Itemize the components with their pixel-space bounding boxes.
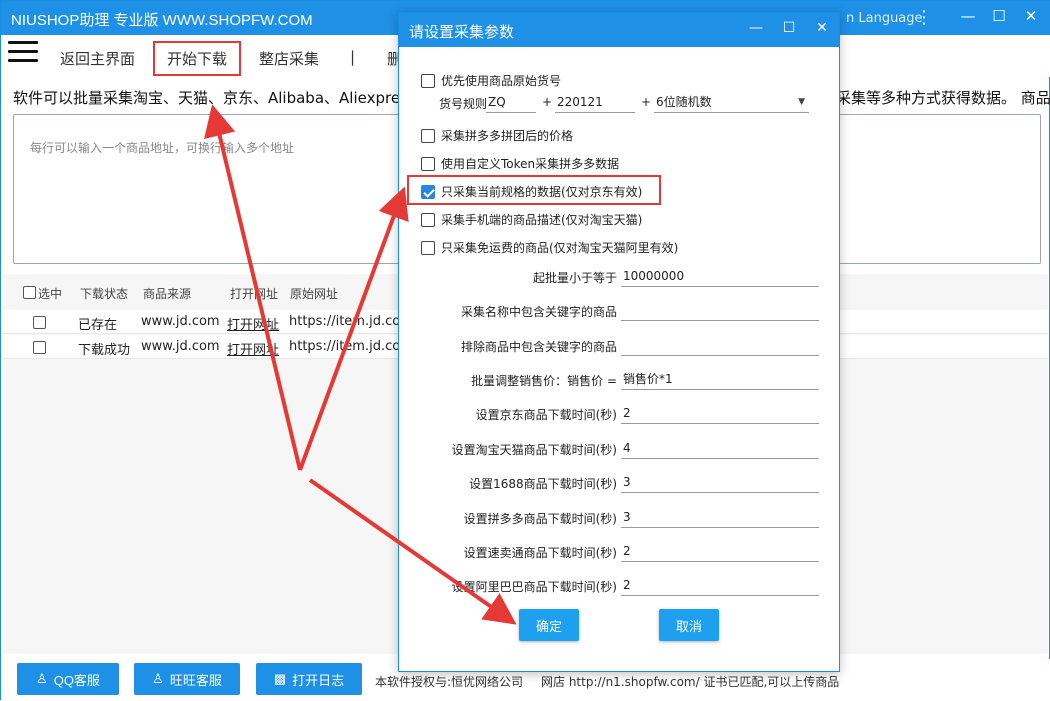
field-input[interactable]: 4	[621, 439, 819, 459]
opt-original-sku-label: 优先使用商品原始货号	[441, 74, 562, 88]
chevron-down-icon: ▼	[798, 97, 805, 107]
field-input[interactable]: 3	[621, 473, 819, 493]
field-input[interactable]: 销售价*1	[621, 370, 819, 390]
field-label: 设置拼多多商品下载时间(秒)	[463, 512, 617, 526]
row-checkbox[interactable]	[33, 316, 46, 329]
row-open-link[interactable]: 打开网址	[227, 314, 279, 333]
field-label: 设置淘宝天猫商品下载时间(秒)	[451, 443, 617, 457]
plus-sign: +	[542, 95, 553, 109]
opt-mobile-desc[interactable]: 采集手机端的商品描述(仅对淘宝天猫)	[421, 211, 642, 228]
maximize-button[interactable]: ☐	[987, 7, 1011, 25]
field-label: 起批量小于等于	[532, 271, 617, 285]
field-label: 设置1688商品下载时间(秒)	[469, 477, 617, 491]
checkbox[interactable]	[421, 128, 435, 143]
field-label: 排除商品中包含关键字的商品	[460, 340, 617, 354]
dialog-maximize-button[interactable]: ☐	[777, 20, 801, 36]
sku-rule-label: 货号规则	[439, 97, 488, 111]
opt-pdd-token[interactable]: 使用自定义Token采集拼多多数据	[421, 155, 619, 172]
language-selector[interactable]: n Language	[846, 11, 923, 26]
sku-date-input[interactable]: 220121	[555, 93, 635, 113]
field-input[interactable]	[621, 301, 819, 321]
dialog-close-button[interactable]: ✕	[810, 20, 834, 36]
field-label: 采集名称中包含关键字的商品	[460, 305, 617, 319]
dialog-header: 请设置采集参数 — ☐ ✕	[399, 13, 839, 47]
sku-random-value: 6位随机数	[656, 95, 712, 109]
ok-button[interactable]: 确定	[519, 609, 579, 641]
menu-separator: |	[350, 48, 356, 66]
plus-sign: +	[641, 95, 652, 109]
sku-rule-input[interactable]: ZQ	[486, 93, 536, 113]
select-all-checkbox[interactable]	[23, 286, 36, 299]
minimize-button[interactable]: —	[956, 7, 980, 25]
sku-random-select[interactable]: 6位随机数 ▼	[654, 93, 809, 113]
close-button[interactable]: ✕	[1019, 7, 1043, 25]
field-input[interactable]: 2	[621, 542, 819, 562]
field-label: 批量调整销售价：销售价 =	[471, 374, 617, 388]
opt-free-ship-label: 只采集免运费的商品(仅对淘宝天猫阿里有效)	[441, 241, 679, 255]
users-icon: ♙	[152, 671, 164, 686]
checkbox[interactable]	[421, 212, 435, 227]
field-input[interactable]: 10000000	[621, 267, 819, 287]
field-label: 设置速卖通商品下载时间(秒)	[463, 546, 617, 560]
row-status: 下载成功	[78, 343, 131, 358]
col-status: 下载状态	[80, 287, 129, 301]
checkbox[interactable]	[421, 73, 435, 88]
opt-original-sku[interactable]: 优先使用商品原始货号	[421, 72, 561, 89]
checkbox-checked[interactable]	[421, 184, 435, 199]
url-input-placeholder: 每行可以输入一个商品地址，可换行输入多个地址	[30, 141, 295, 155]
row-status: 已存在	[78, 318, 118, 333]
file-icon: ▩	[273, 671, 287, 686]
col-url: 原始网址	[290, 287, 339, 301]
field-label: 设置阿里巴巴商品下载时间(秒)	[451, 580, 617, 594]
opt-current-spec-label: 只采集当前规格的数据(仅对京东有效)	[441, 185, 643, 199]
hamburger-menu-icon[interactable]	[8, 41, 38, 67]
field-input[interactable]: 2	[621, 404, 819, 424]
row-open-link[interactable]: 打开网址	[227, 339, 279, 358]
row-checkbox[interactable]	[33, 341, 46, 354]
wangwang-support-label: 旺旺客服	[169, 672, 222, 688]
settings-dialog: 请设置采集参数 — ☐ ✕ 优先使用商品原始货号 货号规则 ZQ + 22012…	[398, 12, 840, 672]
description-text: 软件可以批量采集淘宝、天猫、京东、Alibaba、Aliexpres	[13, 89, 408, 107]
field-input[interactable]	[621, 336, 819, 356]
description-text-right: 采集等多种方式获得数据。 商品	[836, 89, 1050, 107]
more-menu-icon[interactable]: ⋮	[915, 7, 933, 28]
dialog-title: 请设置采集参数	[409, 23, 515, 41]
open-log-label: 打开日志	[292, 672, 345, 688]
opt-free-ship[interactable]: 只采集免运费的商品(仅对淘宝天猫阿里有效)	[421, 239, 678, 256]
field-input[interactable]: 2	[621, 576, 819, 596]
opt-pdd-group-label: 采集拼多多拼团后的价格	[441, 129, 574, 143]
checkbox[interactable]	[421, 240, 435, 255]
col-open: 打开网址	[230, 287, 279, 301]
menu-back-home[interactable]: 返回主界面	[60, 48, 135, 69]
row-source: www.jd.com	[141, 314, 220, 329]
shop-text: 网店 http://n1.shopfw.com/ 证书已匹配,可以上传商品	[541, 675, 840, 689]
menu-start-download[interactable]: 开始下载	[153, 41, 242, 76]
col-select: 选中	[38, 287, 63, 301]
license-text: 本软件授权与:恒优网络公司	[375, 675, 524, 689]
row-url: https://item.jd.com	[289, 314, 413, 329]
qq-support-label: QQ客服	[53, 672, 100, 688]
users-icon: ♙	[36, 671, 48, 686]
row-url: https://item.jd.com	[289, 339, 413, 354]
qq-support-button[interactable]: ♙ QQ客服	[17, 663, 119, 695]
cancel-button[interactable]: 取消	[659, 609, 719, 641]
opt-current-spec[interactable]: 只采集当前规格的数据(仅对京东有效)	[421, 183, 642, 200]
row-source: www.jd.com	[141, 339, 220, 354]
opt-mobile-desc-label: 采集手机端的商品描述(仅对淘宝天猫)	[441, 213, 643, 227]
col-source: 商品来源	[143, 287, 192, 301]
checkbox[interactable]	[421, 156, 435, 171]
field-input[interactable]: 3	[621, 508, 819, 528]
open-log-button[interactable]: ▩ 打开日志	[256, 663, 362, 695]
dialog-minimize-button[interactable]: —	[744, 20, 768, 36]
field-label: 设置京东商品下载时间(秒)	[475, 408, 617, 422]
opt-pdd-group[interactable]: 采集拼多多拼团后的价格	[421, 127, 573, 144]
wangwang-support-button[interactable]: ♙ 旺旺客服	[134, 663, 240, 695]
menu-shop-collect[interactable]: 整店采集	[259, 48, 319, 69]
app-title: NIUSHOP助理 专业版 WWW.SHOPFW.COM	[11, 12, 313, 29]
opt-pdd-token-label: 使用自定义Token采集拼多多数据	[441, 157, 620, 171]
